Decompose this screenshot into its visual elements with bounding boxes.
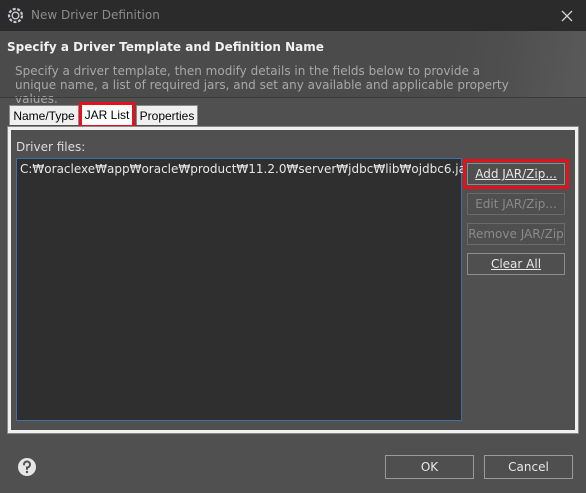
remove-jar-button[interactable]: Remove JAR/Zip <box>467 223 565 245</box>
eclipse-gear-icon <box>7 7 24 24</box>
driver-files-label: Driver files: <box>16 140 86 154</box>
header-title: Specify a Driver Template and Definition… <box>7 40 324 54</box>
tab-properties[interactable]: Properties <box>136 105 198 125</box>
list-item[interactable]: C:₩oraclexe₩app₩oracle₩product₩11.2.0₩se… <box>20 162 471 176</box>
tab-jar-list[interactable]: JAR List <box>79 102 135 128</box>
ok-button[interactable]: OK <box>385 455 474 479</box>
close-icon <box>561 10 573 21</box>
jar-list-panel: Driver files: C:₩oraclexe₩app₩oracle₩pro… <box>7 126 579 434</box>
add-jar-button[interactable]: Add JAR/Zip... <box>463 159 569 189</box>
edit-jar-button[interactable]: Edit JAR/Zip... <box>467 193 565 215</box>
header-separator <box>0 97 586 98</box>
wizard-header: Specify a Driver Template and Definition… <box>0 31 586 106</box>
header-description: Specify a driver template, then modify d… <box>15 64 509 106</box>
tab-name-type[interactable]: Name/Type <box>9 105 79 125</box>
title-bar: New Driver Definition <box>0 0 586 31</box>
clear-all-button-label: Clear All <box>490 257 542 271</box>
add-jar-button-label: Add JAR/Zip... <box>475 167 557 181</box>
cancel-button[interactable]: Cancel <box>484 455 573 479</box>
help-icon[interactable] <box>17 457 37 477</box>
clear-all-button[interactable]: Clear All <box>467 253 565 275</box>
window-title: New Driver Definition <box>31 8 160 22</box>
close-button[interactable] <box>548 0 586 31</box>
driver-files-list[interactable]: C:₩oraclexe₩app₩oracle₩product₩11.2.0₩se… <box>16 158 471 421</box>
